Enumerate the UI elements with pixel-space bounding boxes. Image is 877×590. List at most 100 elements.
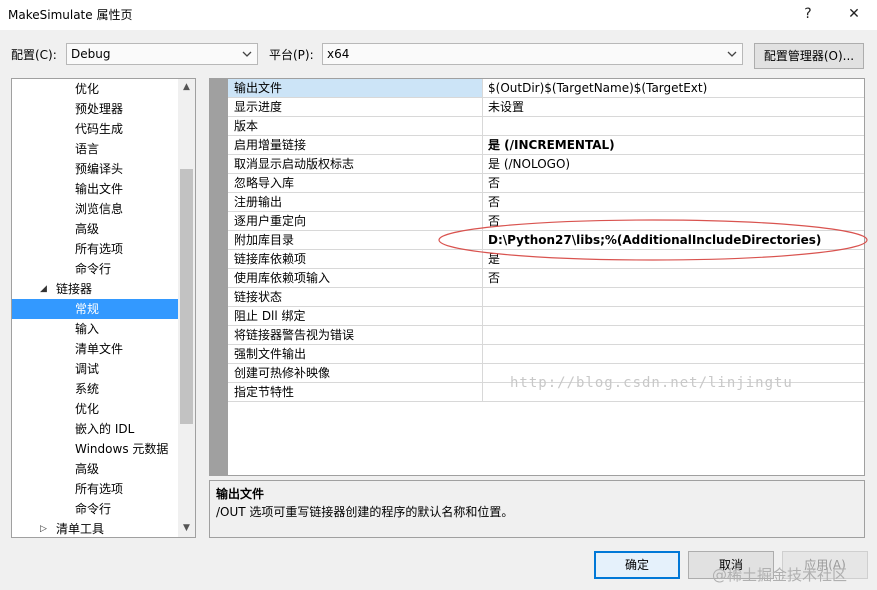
tree-item[interactable]: 浏览信息: [12, 199, 178, 219]
tree-item[interactable]: 输出文件: [12, 179, 178, 199]
property-value[interactable]: [484, 326, 864, 344]
config-manager-button[interactable]: 配置管理器(O)...: [754, 43, 864, 69]
platform-label: 平台(P):: [269, 48, 314, 62]
tree-item[interactable]: 预编译头: [12, 159, 178, 179]
tree-item[interactable]: 预处理器: [12, 99, 178, 119]
property-value[interactable]: 否: [484, 193, 864, 211]
property-name: 版本: [228, 117, 483, 135]
tree-item[interactable]: 优化: [12, 399, 178, 419]
config-select[interactable]: Debug: [66, 43, 258, 65]
tree-item[interactable]: 优化: [12, 79, 178, 99]
platform-select-value: x64: [327, 47, 350, 61]
tree-item[interactable]: 输入: [12, 319, 178, 339]
tree-item-label: 清单工具: [56, 522, 105, 536]
property-name: 使用库依赖项输入: [228, 269, 483, 287]
corner-watermark: @稀土掘金技术社区: [712, 566, 848, 584]
property-row[interactable]: 版本: [228, 117, 864, 136]
property-row[interactable]: 强制文件输出: [228, 345, 864, 364]
property-row[interactable]: 使用库依赖项输入否: [228, 269, 864, 288]
title-bar: MakeSimulate 属性页 ? ✕: [0, 0, 877, 30]
tree-item[interactable]: 所有选项: [12, 239, 178, 259]
tree-item-label: 所有选项: [75, 242, 124, 256]
property-name: 忽略导入库: [228, 174, 483, 192]
tree-item[interactable]: Windows 元数据: [12, 439, 178, 459]
tree-item-label: 嵌入的 IDL: [75, 422, 135, 436]
property-name: 输出文件: [228, 79, 483, 97]
property-value[interactable]: [484, 307, 864, 325]
property-value[interactable]: [484, 345, 864, 363]
property-value[interactable]: 是 (/INCREMENTAL): [484, 136, 864, 154]
tree-item[interactable]: 命令行: [12, 259, 178, 279]
property-row[interactable]: 启用增量链接是 (/INCREMENTAL): [228, 136, 864, 155]
tree-item-label: 高级: [75, 222, 100, 236]
property-value[interactable]: 否: [484, 269, 864, 287]
tree-item[interactable]: 常规: [12, 299, 178, 319]
tree-item-label: 优化: [75, 82, 100, 96]
tree-item[interactable]: ◢ 链接器: [12, 279, 178, 299]
annotation-ellipse: [438, 219, 868, 261]
description-panel: 输出文件 /OUT 选项可重写链接器创建的程序的默认名称和位置。: [209, 480, 865, 538]
tree-item[interactable]: 调试: [12, 359, 178, 379]
platform-select[interactable]: x64: [322, 43, 743, 65]
tree-item[interactable]: 所有选项: [12, 479, 178, 499]
config-select-value: Debug: [71, 47, 111, 61]
tree-item[interactable]: 清单文件: [12, 339, 178, 359]
property-row[interactable]: 阻止 Dll 绑定: [228, 307, 864, 326]
tree-item-label: 命令行: [75, 262, 112, 276]
description-text: /OUT 选项可重写链接器创建的程序的默认名称和位置。: [216, 505, 514, 519]
property-row[interactable]: 忽略导入库否: [228, 174, 864, 193]
property-value[interactable]: 是 (/NOLOGO): [484, 155, 864, 173]
scroll-down-icon[interactable]: ▼: [178, 520, 195, 537]
property-name: 强制文件输出: [228, 345, 483, 363]
property-name: 显示进度: [228, 98, 483, 116]
tree-item[interactable]: 高级: [12, 219, 178, 239]
description-title: 输出文件: [216, 487, 265, 501]
tree-item-label: 高级: [75, 462, 100, 476]
tree-item-label: 系统: [75, 382, 100, 396]
tree-item-label: 常规: [75, 302, 100, 316]
tree-item-label: 预编译头: [75, 162, 124, 176]
property-value[interactable]: 否: [484, 174, 864, 192]
tree-item[interactable]: 嵌入的 IDL: [12, 419, 178, 439]
collapsed-arrow-icon[interactable]: ▷: [40, 519, 47, 537]
expanded-arrow-icon[interactable]: ◢: [40, 279, 47, 299]
property-row[interactable]: 取消显示启动版权标志是 (/NOLOGO): [228, 155, 864, 174]
property-row[interactable]: 注册输出否: [228, 193, 864, 212]
tree-item[interactable]: 语言: [12, 139, 178, 159]
property-value[interactable]: 未设置: [484, 98, 864, 116]
tree-item[interactable]: 命令行: [12, 499, 178, 519]
help-button[interactable]: ?: [790, 2, 826, 26]
tree-item-label: 调试: [75, 362, 100, 376]
ok-button[interactable]: 确定: [594, 551, 680, 579]
property-value[interactable]: $(OutDir)$(TargetName)$(TargetExt): [484, 79, 864, 97]
property-grid: 输出文件 $(OutDir)$(TargetName)$(TargetExt) 显示…: [209, 78, 865, 476]
property-value[interactable]: [484, 117, 864, 135]
scroll-up-icon[interactable]: ▲: [178, 79, 195, 96]
tree-item-label: 链接器: [56, 282, 93, 296]
close-button[interactable]: ✕: [836, 2, 872, 26]
tree-item-label: Windows 元数据: [75, 442, 169, 456]
tree-item-label: 优化: [75, 402, 100, 416]
property-value[interactable]: [484, 288, 864, 306]
property-name: 链接状态: [228, 288, 483, 306]
tree-item-label: 语言: [75, 142, 100, 156]
tree-item[interactable]: 系统: [12, 379, 178, 399]
property-row[interactable]: 将链接器警告视为错误: [228, 326, 864, 345]
property-row[interactable]: 链接状态: [228, 288, 864, 307]
property-row[interactable]: 输出文件 $(OutDir)$(TargetName)$(TargetExt): [228, 79, 864, 98]
window-title: MakeSimulate 属性页: [8, 8, 133, 22]
config-label: 配置(C):: [11, 48, 57, 62]
tree-item[interactable]: 高级: [12, 459, 178, 479]
property-row[interactable]: 显示进度 未设置: [228, 98, 864, 117]
scroll-thumb[interactable]: [180, 169, 193, 424]
chevron-down-icon: [242, 51, 252, 57]
tree-item-label: 所有选项: [75, 482, 124, 496]
property-tree[interactable]: 优化 预处理器 代码生成 语言 预编译头 输出文件 浏览信息 高级 所有选项 命令行 ◢ 链接器 常规输…: [11, 78, 196, 538]
tree-scrollbar[interactable]: ▲ ▼: [178, 79, 195, 537]
tree-item[interactable]: ▷ 清单工具: [12, 519, 178, 537]
tree-item-label: 输入: [75, 322, 100, 336]
grid-gutter: [210, 79, 228, 475]
tree-item-label: 输出文件: [75, 182, 124, 196]
tree-item[interactable]: 代码生成: [12, 119, 178, 139]
tree-item-label: 浏览信息: [75, 202, 124, 216]
